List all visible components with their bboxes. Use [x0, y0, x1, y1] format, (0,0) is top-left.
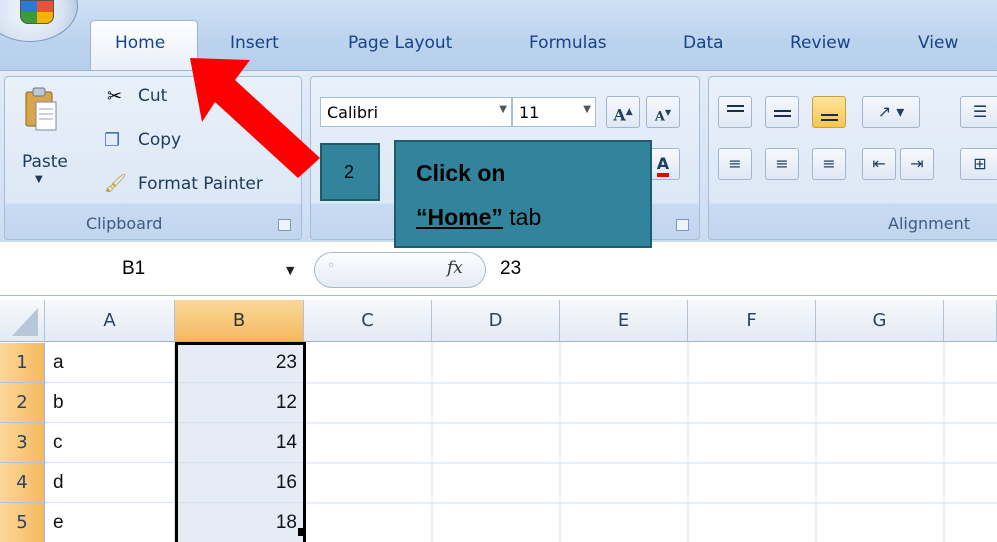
paste-icon	[24, 86, 58, 132]
tab-home-label[interactable]: Home	[115, 33, 165, 53]
cell-a1[interactable]: a	[45, 343, 175, 383]
align-bottom-icon[interactable]	[812, 96, 846, 128]
alignment-group-label: Alignment	[888, 214, 970, 233]
insert-function-icon[interactable]: fx	[447, 258, 463, 278]
increase-indent-icon[interactable]: ⇥	[900, 148, 934, 180]
font-size-value: 11	[519, 103, 540, 122]
red-arrow-icon	[190, 58, 320, 178]
tab-data[interactable]: Data	[683, 33, 724, 53]
cut-button[interactable]: Cut	[138, 86, 167, 106]
font-dialog-launcher-icon[interactable]	[676, 219, 689, 231]
step-number-box: 2	[320, 143, 380, 201]
select-all-corner[interactable]	[0, 300, 45, 342]
tab-page-layout[interactable]: Page Layout	[348, 33, 452, 53]
font-name-combo[interactable]: Calibri ▼	[320, 97, 512, 127]
clipboard-group-label: Clipboard	[86, 214, 163, 233]
merge-center-icon[interactable]: ⊞	[960, 148, 997, 180]
cut-icon: ✂	[107, 86, 123, 107]
tab-view[interactable]: View	[918, 33, 958, 53]
font-size-dropdown-icon[interactable]: ▼	[583, 104, 591, 115]
decrease-indent-icon[interactable]: ⇤	[862, 148, 896, 180]
wrap-text-icon[interactable]: ☰	[960, 96, 997, 128]
orientation-icon[interactable]: ↗ ▾	[862, 96, 920, 128]
clipboard-dialog-launcher-icon[interactable]	[278, 219, 291, 231]
formula-bar-controls: ◦ fx	[314, 252, 486, 288]
selection-border	[175, 342, 306, 542]
shrink-font-icon[interactable]: A▼	[646, 96, 680, 128]
row-header[interactable]: 4	[0, 463, 45, 503]
name-box-value: B1	[122, 258, 146, 279]
cell-a3[interactable]: c	[45, 423, 175, 463]
column-header-g[interactable]: G	[816, 300, 944, 342]
callout-tab-word: tab	[502, 204, 542, 230]
format-painter-icon: 🖌	[104, 173, 127, 194]
office-logo-icon	[20, 0, 54, 24]
row-header[interactable]: 1	[0, 343, 45, 383]
cell-a2[interactable]: b	[45, 383, 175, 423]
column-header-c[interactable]: C	[304, 300, 432, 342]
fill-handle[interactable]	[298, 528, 306, 536]
cell-a5[interactable]: e	[45, 503, 175, 542]
name-box[interactable]: B1 ▼	[0, 250, 308, 288]
font-name-value: Calibri	[327, 103, 379, 122]
align-right-icon[interactable]: ≡	[812, 148, 846, 180]
empty-cells-grid[interactable]	[304, 342, 997, 542]
cell-a4[interactable]: d	[45, 463, 175, 503]
grow-font-icon[interactable]: A▲	[606, 96, 640, 128]
font-size-combo[interactable]: 11 ▼	[512, 97, 596, 127]
column-header-d[interactable]: D	[432, 300, 560, 342]
center-icon[interactable]: ≡	[765, 148, 799, 180]
tab-review[interactable]: Review	[790, 33, 851, 53]
align-top-icon[interactable]	[718, 96, 752, 128]
formula-input[interactable]: 23	[500, 258, 521, 280]
row-header[interactable]: 5	[0, 503, 45, 542]
column-header-b[interactable]: B	[175, 300, 304, 342]
name-box-dropdown-icon[interactable]: ▼	[286, 264, 294, 277]
column-header-a[interactable]: A	[45, 300, 175, 342]
copy-icon: ❐	[104, 130, 121, 151]
step-number: 2	[344, 162, 355, 182]
font-name-dropdown-icon[interactable]: ▼	[499, 104, 507, 115]
tab-formulas[interactable]: Formulas	[529, 33, 607, 53]
column-header-e[interactable]: E	[560, 300, 688, 342]
paste-dropdown-icon[interactable]: ▼	[35, 174, 43, 185]
callout-home-word: “Home”	[416, 204, 503, 230]
callout-line-1: Click on	[416, 160, 506, 186]
instruction-callout: Click on “Home” tab	[394, 140, 652, 248]
align-left-icon[interactable]: ≡	[718, 148, 752, 180]
row-header[interactable]: 3	[0, 423, 45, 463]
align-middle-icon[interactable]	[765, 96, 799, 128]
paste-button[interactable]: Paste	[22, 152, 68, 172]
callout-line-2: “Home” tab	[416, 204, 541, 231]
row-header[interactable]: 2	[0, 383, 45, 423]
copy-button[interactable]: Copy	[138, 130, 181, 150]
column-header-h[interactable]	[944, 300, 997, 342]
expand-formula-icon[interactable]: ◦	[327, 258, 335, 274]
column-header-f[interactable]: F	[688, 300, 816, 342]
